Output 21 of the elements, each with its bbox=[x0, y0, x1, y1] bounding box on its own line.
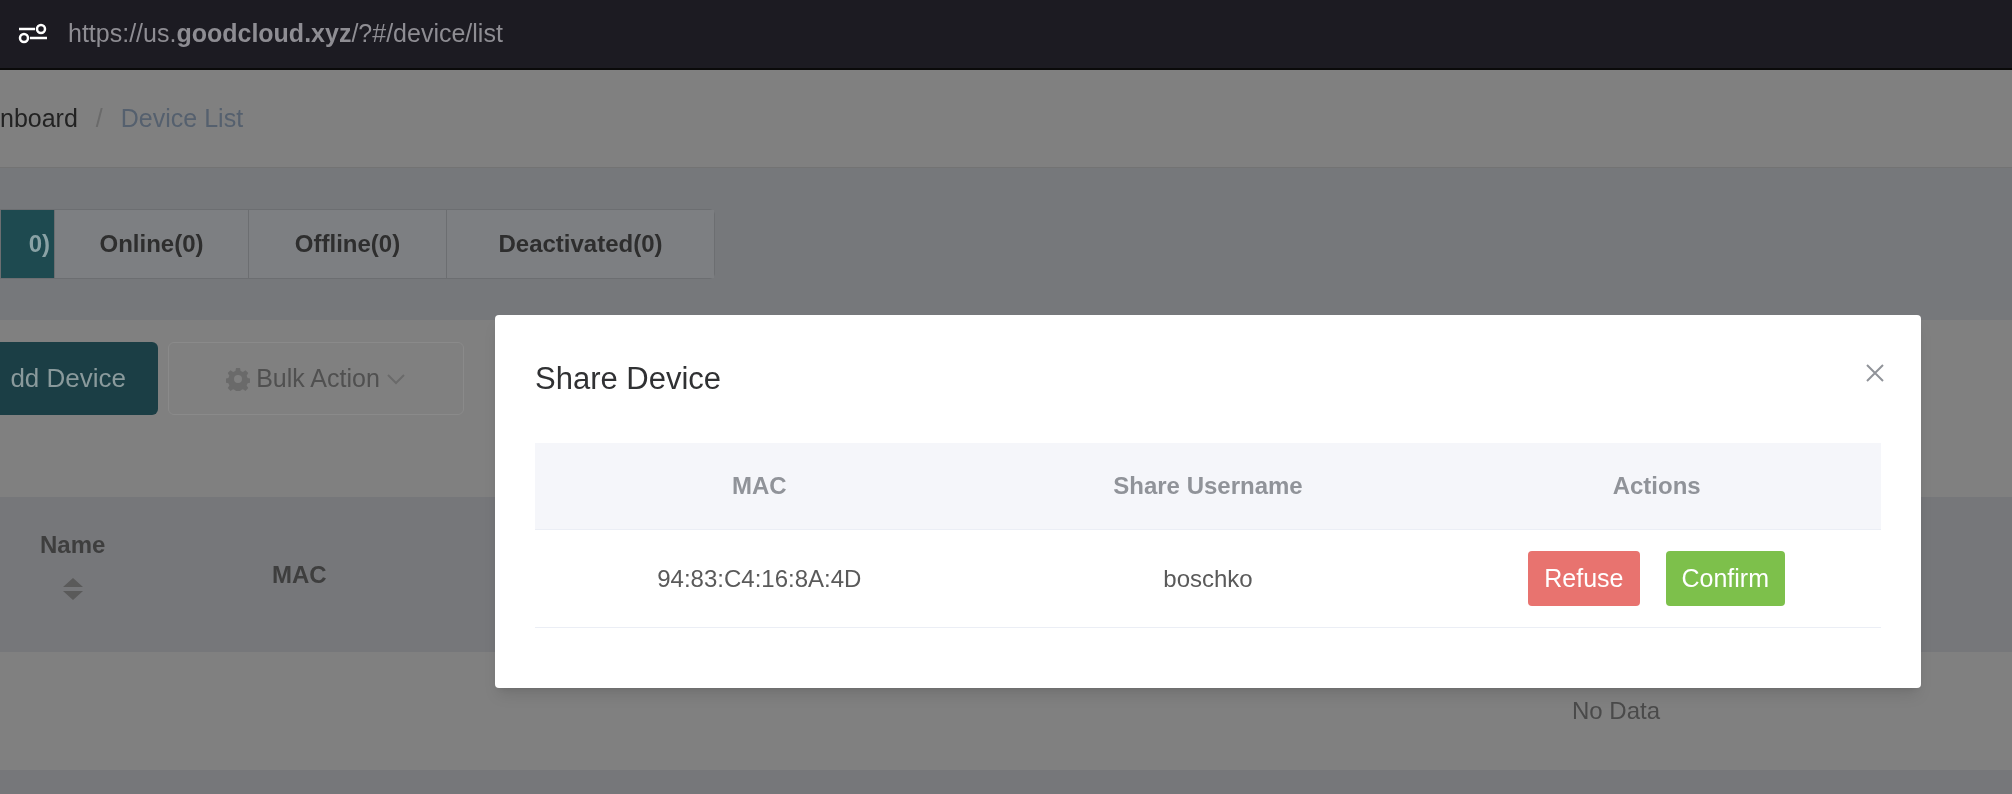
add-device-button[interactable]: dd Device bbox=[0, 342, 158, 415]
filter-tab[interactable]: 0) bbox=[1, 210, 54, 278]
modal-title: Share Device bbox=[535, 359, 722, 398]
refuse-button[interactable]: Refuse bbox=[1528, 551, 1640, 606]
breadcrumb-separator: / bbox=[95, 102, 103, 134]
filter-tab[interactable]: Offline(0) bbox=[248, 210, 446, 278]
close-icon[interactable] bbox=[1865, 363, 1885, 383]
filter-tab[interactable]: Online(0) bbox=[54, 210, 248, 278]
table-cell-text: 94:83:C4:16:8A:4D bbox=[657, 563, 862, 594]
filter-tab[interactable]: Deactivated(0) bbox=[446, 210, 714, 278]
column-header: MAC bbox=[732, 471, 787, 501]
confirm-button[interactable]: Confirm bbox=[1665, 551, 1785, 606]
address-bar-url[interactable]: https://us.goodcloud.xyz/?#/device/list bbox=[68, 15, 503, 53]
column-header: Actions bbox=[1612, 471, 1701, 501]
site-settings-icon[interactable] bbox=[18, 23, 48, 45]
sort-icon[interactable] bbox=[61, 577, 84, 601]
column-header: MAC bbox=[272, 560, 327, 590]
table-cell-text: boschko bbox=[1163, 563, 1253, 594]
column-header: Share Username bbox=[1113, 471, 1303, 501]
breadcrumb-item[interactable]: nboard bbox=[0, 99, 78, 138]
column-header: Name bbox=[40, 530, 106, 560]
